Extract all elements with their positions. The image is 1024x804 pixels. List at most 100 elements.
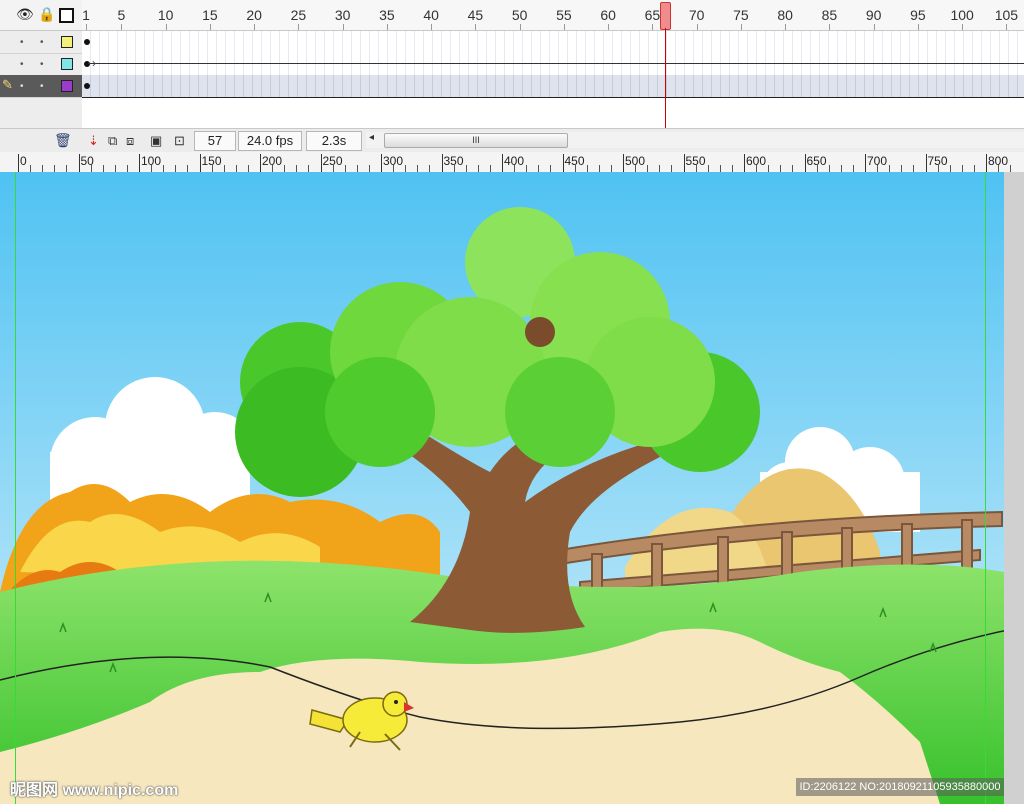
frame-tick — [254, 24, 256, 30]
frame-number: 1 — [82, 7, 90, 23]
frame-number: 70 — [688, 7, 705, 23]
ruler-label: 150 — [201, 154, 222, 168]
keyframe[interactable] — [84, 61, 90, 67]
visibility-dot[interactable]: • — [20, 37, 24, 48]
ruler-label: 500 — [625, 154, 646, 168]
ruler-tick — [659, 165, 661, 172]
pasteboard-edge — [1004, 172, 1024, 804]
ruler-label: 350 — [443, 154, 464, 168]
frame-row-3[interactable] — [82, 75, 1024, 98]
layer-row-3[interactable]: ✎ • • — [0, 75, 82, 98]
lock-icon[interactable]: 🔒 — [38, 6, 55, 22]
ruler-tick — [223, 165, 225, 172]
ruler-tick — [671, 165, 673, 172]
ruler-label: 400 — [504, 154, 525, 168]
frame-tick — [386, 24, 388, 30]
ruler-tick — [1010, 165, 1012, 172]
frame-number: 10 — [157, 7, 174, 23]
ruler-tick — [42, 165, 44, 172]
visibility-dot[interactable]: • — [20, 59, 24, 70]
ruler-label: 250 — [322, 154, 343, 168]
ruler-tick — [260, 154, 261, 172]
ruler-tick — [804, 154, 806, 172]
lock-dot[interactable]: • — [40, 37, 44, 48]
ruler-tick — [489, 165, 491, 172]
layer-color-swatch[interactable] — [61, 36, 73, 48]
frame-row-1[interactable] — [82, 31, 1024, 54]
ruler-tick — [284, 165, 286, 172]
ruler-tick — [235, 165, 237, 172]
frame-rate-field[interactable]: 24.0 fps — [238, 131, 302, 151]
frame-tick — [652, 24, 654, 30]
frame-ruler[interactable]: 1 5 10 15 20 25 30 35 40 45 50 55 60 65 70 75 80 85 90 95 10… — [82, 0, 1024, 31]
lock-dot[interactable]: • — [40, 59, 44, 70]
ruler-tick — [562, 154, 564, 172]
ruler-tick — [126, 165, 128, 172]
ruler-tick — [852, 165, 854, 172]
timeline-scrollbar[interactable]: ◂ III — [366, 132, 1024, 148]
visibility-dot[interactable]: • — [20, 81, 24, 92]
ruler-tick — [865, 154, 866, 172]
frame-number: 5 — [117, 7, 126, 23]
keyframe[interactable] — [84, 83, 90, 89]
ruler-tick — [441, 154, 443, 172]
ruler-tick — [840, 165, 842, 172]
ruler-tick — [502, 154, 503, 172]
eye-icon[interactable]: 👁 — [16, 6, 34, 22]
ruler-tick — [901, 165, 903, 172]
ruler-tick — [187, 165, 189, 172]
frame-grid[interactable]: 1 5 10 15 20 25 30 35 40 45 50 55 60 65 70 75 80 85 90 95 10… — [82, 0, 1024, 130]
stage[interactable]: 昵图网 www.nipic.com ID:2206122 NO:20180921… — [0, 172, 1024, 804]
scroll-thumb[interactable]: III — [384, 133, 568, 148]
frame-number: 90 — [865, 7, 882, 23]
ruler-label: 700 — [867, 154, 888, 168]
frame-number: 85 — [821, 7, 838, 23]
center-frame-icon[interactable]: ⇣ — [88, 133, 99, 149]
onion-outline-icon[interactable]: ⧈ — [126, 133, 134, 149]
ruler-tick — [623, 154, 624, 172]
ruler-tick — [961, 165, 963, 172]
frame-number: 45 — [467, 7, 484, 23]
keyframe[interactable] — [84, 39, 90, 45]
frame-tick — [785, 24, 787, 30]
trash-icon[interactable]: 🗑 — [54, 132, 72, 149]
stage-guide-left[interactable] — [15, 172, 16, 804]
scroll-left-arrow-icon[interactable]: ◂ — [369, 132, 374, 143]
watermark-left: 昵图网 www.nipic.com — [10, 782, 179, 799]
layer-color-swatch[interactable] — [61, 58, 73, 70]
frame-tick — [431, 24, 433, 30]
ruler-tick — [598, 165, 600, 172]
onion-skin-icon[interactable]: ⧉ — [108, 133, 117, 149]
edit-multiple-frames-icon[interactable]: ▣ — [150, 133, 162, 149]
ruler-label: 300 — [383, 154, 404, 168]
ruler-tick — [780, 165, 782, 172]
frame-row-2[interactable]: › — [82, 53, 1024, 76]
stage-guide-right[interactable] — [985, 172, 986, 804]
motion-tween-line — [88, 63, 1024, 64]
playhead[interactable] — [660, 2, 671, 30]
ruler-tick — [114, 165, 116, 172]
ruler-tick — [405, 165, 407, 172]
frame-tick — [873, 24, 875, 30]
modify-markers-icon[interactable]: ⊡ — [174, 133, 185, 149]
ruler-tick — [986, 154, 987, 172]
ruler-tick — [792, 165, 794, 172]
lock-dot[interactable]: • — [40, 81, 44, 92]
ruler-label: 800 — [988, 154, 1009, 168]
frame-tick — [696, 24, 698, 30]
layer-color-swatch[interactable] — [61, 80, 73, 92]
ruler-tick — [417, 165, 419, 172]
ruler-tick — [610, 165, 612, 172]
ruler-tick — [913, 165, 915, 172]
frame-number: 95 — [910, 7, 926, 23]
playhead-line — [665, 28, 666, 130]
frame-tick — [1006, 24, 1008, 30]
layer-row-2[interactable]: • • — [0, 53, 82, 76]
ruler-tick — [744, 154, 745, 172]
layer-row-1[interactable]: • • — [0, 31, 82, 54]
outline-icon[interactable] — [59, 8, 74, 23]
frame-tick — [209, 24, 211, 30]
stage-artwork — [0, 172, 1024, 804]
layer-header: 👁 🔒 — [0, 0, 82, 31]
frame-number: 40 — [423, 7, 439, 23]
